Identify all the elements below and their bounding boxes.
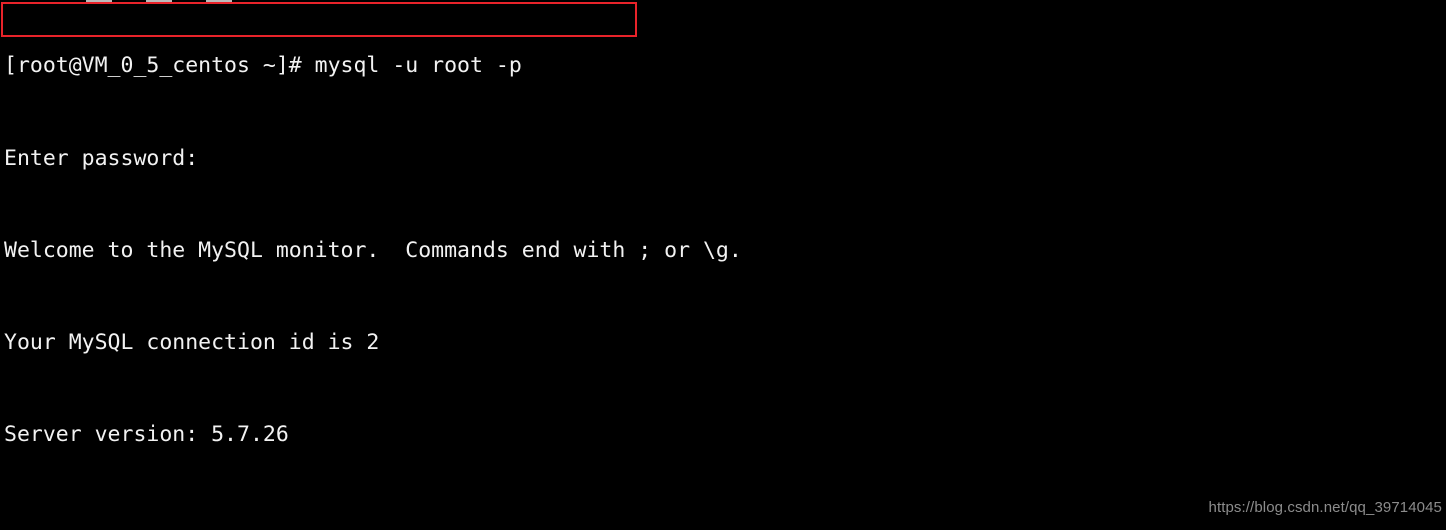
terminal-line-command: [root@VM_0_5_centos ~]# mysql -u root -p <box>4 53 522 79</box>
terminal-line-password-prompt: Enter password: <box>4 145 199 171</box>
terminal-output[interactable]: [root@VM_0_5_centos ~]# mysql -u root -p… <box>4 0 1446 530</box>
terminal-line-server-version: Server version: 5.7.26 <box>4 421 289 447</box>
terminal-window[interactable]: [root@VM_0_5_centos ~]# mysql -u root -p… <box>0 0 1446 530</box>
terminal-line-welcome: Welcome to the MySQL monitor. Commands e… <box>4 237 742 263</box>
watermark-url: https://blog.csdn.net/qq_39714045 <box>1208 499 1442 516</box>
terminal-line-connection-id: Your MySQL connection id is 2 <box>4 329 380 355</box>
